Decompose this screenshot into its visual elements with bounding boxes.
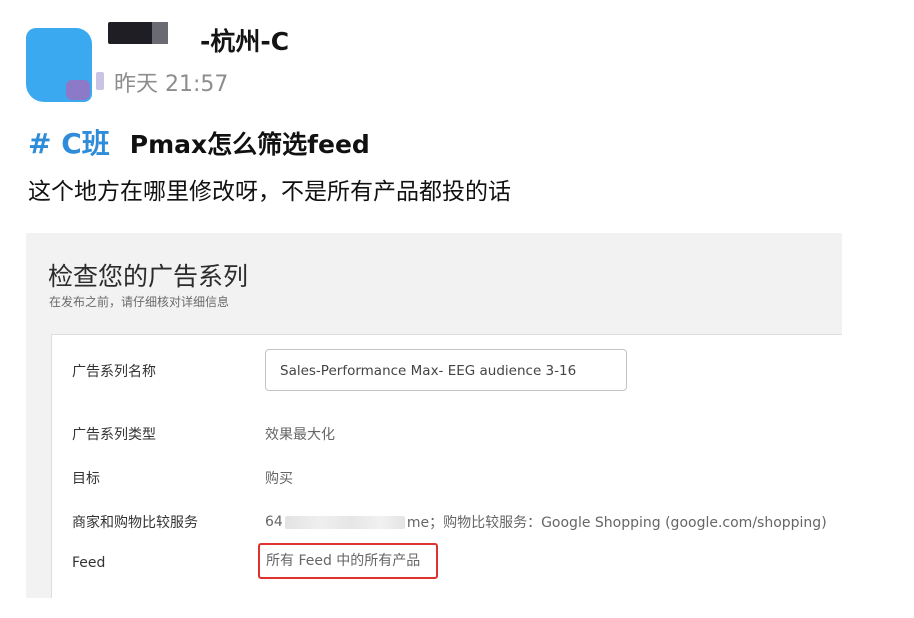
campaign-name-label: 广告系列名称 — [72, 364, 156, 380]
timestamp-marker — [96, 72, 104, 90]
screenshot-page-title: 检查您的广告系列 — [48, 262, 249, 291]
author-name-redaction — [108, 22, 168, 44]
campaign-name-field[interactable]: Sales-Performance Max- EEG audience 3-16 — [265, 349, 627, 391]
merchant-id-prefix: 64 — [265, 514, 283, 530]
screenshot-page-subtitle: 在发布之前，请仔细核对详细信息 — [49, 295, 230, 309]
merchant-label: 商家和购物比较服务 — [72, 515, 198, 531]
hashtag-link[interactable]: # C班 — [28, 122, 110, 162]
merchant-id-redaction — [284, 515, 405, 529]
author-name[interactable]: -杭州-C — [200, 22, 289, 58]
feed-value-highlight[interactable]: 所有 Feed 中的所有产品 — [258, 543, 438, 579]
goal-value: 购买 — [265, 471, 293, 487]
campaign-type-label: 广告系列类型 — [72, 427, 156, 443]
campaign-review-panel: 广告系列名称 Sales-Performance Max- EEG audien… — [51, 334, 842, 598]
feed-label: Feed — [72, 555, 106, 571]
attached-screenshot[interactable]: 检查您的广告系列 在发布之前，请仔细核对详细信息 广告系列名称 Sales-Pe… — [26, 233, 842, 598]
post-body: 这个地方在哪里修改呀，不是所有产品都投的话 — [28, 179, 511, 205]
post-timestamp: 昨天 21:57 — [114, 72, 229, 97]
merchant-details: me；购物比较服务：Google Shopping (google.com/sh… — [406, 515, 827, 531]
post-title: Pmax怎么筛选feed — [129, 130, 370, 159]
merchant-value: 64 me；购物比较服务：Google Shopping (google.com… — [265, 512, 827, 532]
goal-label: 目标 — [72, 471, 100, 487]
campaign-type-value: 效果最大化 — [265, 427, 335, 443]
avatar-badge — [66, 80, 90, 100]
post-title-line: # C班 Pmax怎么筛选feed — [28, 122, 370, 162]
